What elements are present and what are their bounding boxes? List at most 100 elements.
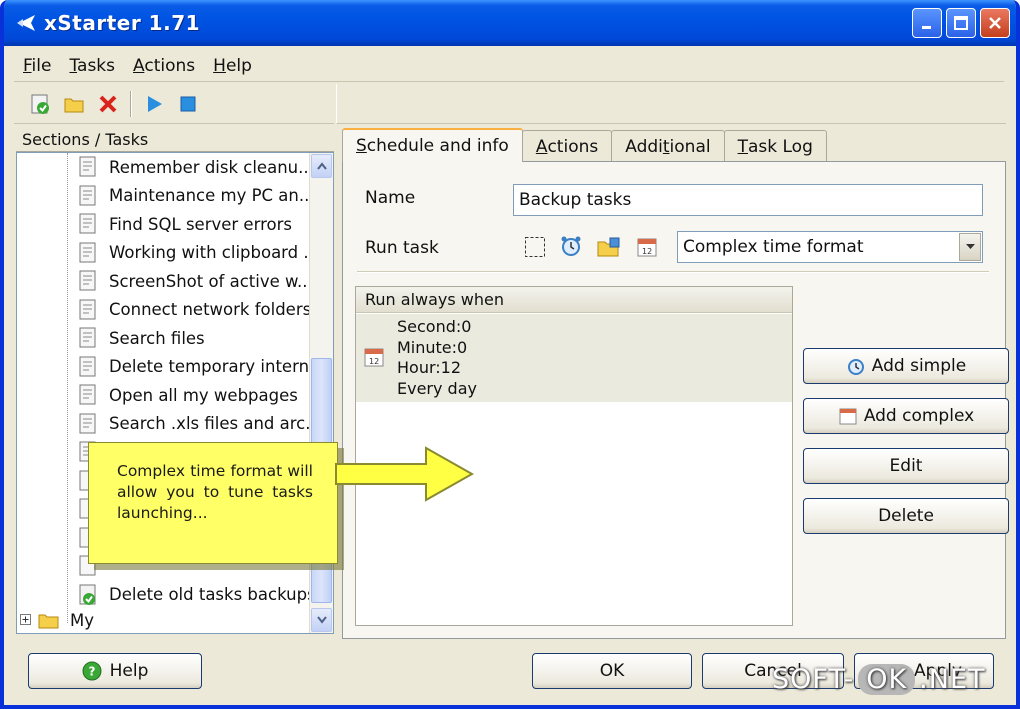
tree-item-label: Maintenance my PC an... — [109, 186, 315, 205]
tree-item[interactable]: Search files — [77, 324, 205, 352]
tree-item[interactable]: Connect network folders — [77, 296, 311, 324]
task-document-icon — [77, 413, 99, 435]
tree-item-label: Search .xls files and arc... — [109, 414, 321, 433]
task-document-icon — [77, 185, 99, 207]
run-task-mode-value: Complex time format — [683, 237, 864, 257]
calendar-icon — [839, 408, 857, 425]
schedule-tab-panel: Name Backup tasks Run task 12 Complex ti… — [342, 161, 1009, 639]
task-document-icon — [77, 270, 99, 292]
folder-icon — [38, 609, 60, 631]
stop-icon[interactable] — [176, 92, 200, 116]
edit-button[interactable]: Edit — [803, 448, 1009, 484]
task-document-icon — [77, 242, 99, 264]
app-window: xStarter 1.71 File Tasks Actions Help Se… — [0, 0, 1020, 709]
task-document-icon — [77, 213, 99, 235]
add-complex-button[interactable]: Add complex — [803, 398, 1009, 434]
task-enabled-icon — [77, 584, 99, 606]
callout-arrow — [335, 446, 475, 502]
scroll-down-button[interactable] — [311, 608, 332, 632]
task-document-icon — [77, 384, 99, 406]
tab-task-log[interactable]: Task Log — [723, 130, 827, 162]
run-task-label: Run task — [365, 238, 439, 258]
tree-item[interactable]: Remember disk cleanu... — [77, 153, 314, 181]
toolbar-empty-area — [336, 84, 1006, 124]
tab-actions[interactable]: Actions — [521, 130, 613, 162]
add-simple-button[interactable]: Add simple — [803, 348, 1009, 384]
menu-file[interactable]: File — [14, 56, 60, 76]
delete-icon[interactable] — [96, 92, 120, 116]
menu-actions[interactable]: Actions — [124, 56, 204, 76]
tree-item-label: Working with clipboard ... — [109, 243, 320, 262]
new-task-icon[interactable] — [28, 92, 52, 116]
tree-item[interactable]: Working with clipboard ... — [77, 239, 319, 267]
open-folder-icon[interactable] — [62, 92, 86, 116]
scroll-up-button[interactable] — [311, 154, 332, 178]
schedule-row[interactable]: 12 Second:0 Minute:0 Hour:12 Every day — [356, 314, 792, 402]
schedule-row-lines: Second:0 Minute:0 Hour:12 Every day — [397, 317, 477, 399]
window-title: xStarter 1.71 — [44, 11, 201, 35]
tree-item-label: Delete temporary intern... — [109, 357, 325, 376]
svg-text:?: ? — [88, 665, 95, 679]
tab-schedule-and-info[interactable]: Schedule and info — [342, 128, 523, 162]
svg-text:12: 12 — [369, 357, 379, 366]
tree-item-label: Connect network folders — [109, 300, 312, 319]
tree-item[interactable]: Find SQL server errors — [77, 210, 292, 238]
task-document-icon — [77, 356, 99, 378]
tree-guide-line — [67, 153, 68, 623]
tree-item-label: Find SQL server errors — [109, 214, 292, 234]
name-label: Name — [365, 188, 416, 208]
name-field[interactable]: Backup tasks — [513, 184, 983, 216]
schedule-second: Second:0 — [397, 317, 472, 336]
tab-additional[interactable]: Addi t ional — [611, 130, 725, 162]
tree-item-label: Remember disk cleanu... — [109, 157, 314, 177]
tree-item[interactable]: ScreenShot of active w... — [77, 267, 313, 295]
calendar-icon[interactable]: 12 — [635, 235, 659, 259]
tree-item[interactable]: Delete temporary intern... — [77, 353, 325, 381]
tab-strip: Schedule and info Actions Addi t ional Tas… — [342, 128, 1006, 162]
calendar-icon: 12 — [363, 346, 385, 373]
tree-item-label: Open all my webpages — [109, 385, 298, 405]
schedule-minute: Minute:0 — [397, 337, 468, 357]
schedule-list-header: Run always when — [356, 287, 792, 313]
task-document-icon — [77, 299, 99, 321]
divider — [357, 271, 989, 273]
tree-item[interactable]: Maintenance my PC an... — [77, 182, 315, 210]
tree-item[interactable]: Search .xls files and arc... — [77, 410, 321, 438]
menu-help[interactable]: Help — [204, 56, 261, 76]
help-icon: ? — [82, 661, 102, 681]
menu-tasks[interactable]: Tasks — [60, 56, 124, 76]
tree-folder-label: My — [70, 610, 95, 630]
chevron-down-icon — [316, 616, 327, 624]
tree-folder-my[interactable]: My — [17, 606, 95, 633]
folder-event-icon[interactable] — [597, 235, 621, 259]
schedule-frequency: Every day — [397, 378, 477, 398]
minimize-button[interactable] — [912, 8, 942, 38]
ok-button[interactable]: OK — [532, 653, 692, 689]
alarm-clock-icon — [847, 359, 864, 375]
tree-item[interactable]: Delete old tasks backups — [77, 581, 316, 609]
watermark: SOFT- OK .NET — [772, 664, 986, 695]
chevron-down-icon — [965, 244, 975, 249]
close-button[interactable] — [980, 8, 1010, 38]
maximize-button[interactable] — [946, 8, 976, 38]
dropdown-button[interactable] — [959, 233, 981, 261]
tree-item[interactable]: Open all my webpages — [77, 381, 298, 409]
toolbar — [14, 84, 334, 124]
schedule-hour: Hour:12 — [397, 358, 462, 377]
run-task-mode-select[interactable]: Complex time format — [677, 231, 983, 263]
expand-icon — [20, 614, 31, 625]
run-icon[interactable] — [142, 92, 166, 116]
help-button[interactable]: ? Help — [28, 653, 202, 689]
alarm-clock-icon[interactable] — [559, 234, 583, 258]
tree-item-label: ScreenShot of active w... — [109, 271, 313, 291]
tree-header: Sections / Tasks — [16, 128, 334, 152]
menu-bar: File Tasks Actions Help — [14, 50, 1004, 82]
tree-item-label: Delete old tasks backups — [109, 585, 316, 604]
toolbar-separator — [130, 90, 132, 117]
tree-item-label: Search files — [109, 328, 205, 348]
title-bar[interactable]: xStarter 1.71 — [4, 0, 1016, 46]
svg-text:12: 12 — [642, 247, 652, 256]
chevron-up-icon — [316, 162, 327, 170]
manual-run-icon[interactable] — [523, 235, 547, 259]
delete-button[interactable]: Delete — [803, 498, 1009, 534]
